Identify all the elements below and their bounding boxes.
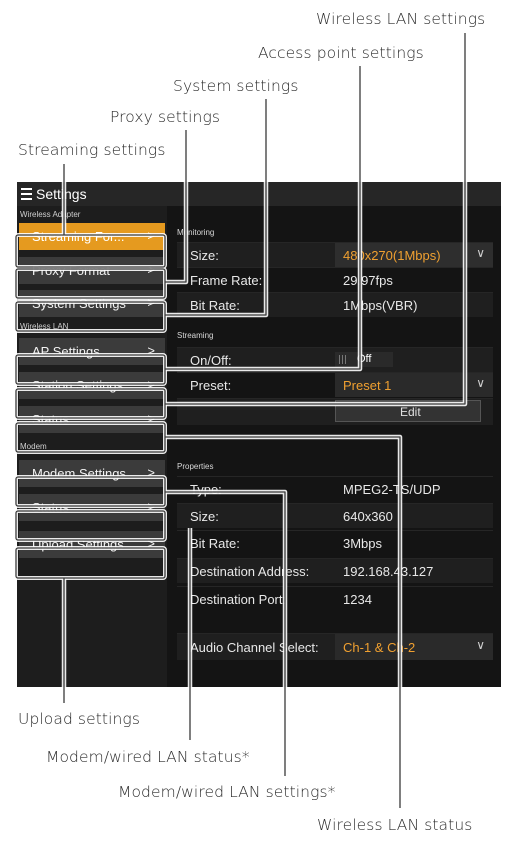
type-value: MPEG2-TS/UDP bbox=[343, 482, 441, 497]
sidebar: Wireless Adapter Streaming For... > Prox… bbox=[17, 206, 167, 687]
size-label: Size: bbox=[190, 509, 219, 524]
streaming-toggle[interactable]: Off bbox=[335, 352, 393, 367]
sidebar-item-upload-settings[interactable]: Upload Settings > bbox=[19, 531, 165, 558]
properties-bit-rate-row: Bit Rate: 3Mbps bbox=[177, 530, 493, 555]
chevron-down-icon: ∨ bbox=[476, 376, 485, 390]
callout-upload-settings: Upload settings bbox=[18, 710, 141, 728]
chevron-right-icon: > bbox=[147, 536, 155, 551]
frame-rate-label: Frame Rate: bbox=[190, 273, 263, 288]
sidebar-item-label: Modem Settings bbox=[32, 466, 126, 481]
edit-button-label: Edit bbox=[400, 405, 421, 419]
callout-streaming-settings: Streaming settings bbox=[18, 141, 166, 159]
section-label-monitoring: Monitoring bbox=[177, 228, 215, 237]
streaming-edit-row: Edit bbox=[177, 398, 493, 425]
section-label-properties: Properties bbox=[177, 462, 214, 471]
chevron-down-icon: ∨ bbox=[476, 638, 485, 652]
sidebar-item-label: Streaming For... bbox=[32, 229, 125, 244]
preset-label: Preset: bbox=[190, 378, 232, 393]
properties-size-row: Size: 640x360 bbox=[177, 503, 493, 528]
sidebar-item-label: Status bbox=[32, 412, 69, 427]
sidebar-item-label: System Settings bbox=[32, 296, 126, 311]
destination-port-label: Destination Port: bbox=[190, 592, 287, 607]
sidebar-item-modem-settings[interactable]: Modem Settings > bbox=[19, 460, 165, 487]
title-bar: Settings bbox=[17, 182, 501, 206]
size-value: 640x360 bbox=[343, 509, 393, 524]
chevron-right-icon: > bbox=[147, 343, 155, 358]
monitoring-bit-rate-row: Bit Rate: 1Mbps(VBR) bbox=[177, 292, 493, 317]
preset-dropdown[interactable]: Preset 1 ∨ bbox=[335, 373, 493, 397]
sidebar-item-ap-settings[interactable]: AP Settings > bbox=[19, 338, 165, 365]
destination-port-value: 1234 bbox=[343, 592, 372, 607]
monitoring-size-value: 480x270(1Mbps) bbox=[343, 248, 441, 263]
callout-modem-wired-lan-status: Modem/wired LAN status* bbox=[46, 748, 250, 766]
sidebar-item-system-settings[interactable]: System Settings > bbox=[19, 290, 165, 317]
group-label-wireless-lan: Wireless LAN bbox=[20, 322, 69, 331]
sidebar-item-streaming-format[interactable]: Streaming For... > bbox=[19, 223, 165, 250]
sidebar-item-station-settings[interactable]: Station Settings > bbox=[19, 372, 165, 399]
monitoring-frame-rate-row: Frame Rate: 29.97fps bbox=[177, 267, 493, 292]
monitoring-size-row: Size: 480x270(1Mbps) ∨ bbox=[177, 242, 493, 267]
settings-screen: Settings Wireless Adapter Streaming For.… bbox=[17, 182, 501, 687]
type-label: Type: bbox=[190, 482, 222, 497]
audio-channel-row: Audio Channel Select: Ch-1 & Ch-2 ∨ bbox=[177, 633, 493, 660]
destination-address-value: 192.168.43.127 bbox=[343, 564, 434, 579]
frame-rate-value: 29.97fps bbox=[343, 273, 393, 288]
section-label-streaming: Streaming bbox=[177, 331, 214, 340]
sidebar-item-modem-status[interactable]: Status > bbox=[19, 494, 165, 521]
preset-value: Preset 1 bbox=[343, 378, 392, 393]
edit-button[interactable]: Edit bbox=[335, 400, 481, 422]
group-label-wireless-adapter: Wireless Adapter bbox=[20, 210, 81, 219]
bit-rate-label: Bit Rate: bbox=[190, 298, 240, 313]
chevron-right-icon: > bbox=[147, 262, 155, 277]
sidebar-item-label: Station Settings bbox=[32, 378, 124, 393]
sidebar-item-label: Proxy Format bbox=[32, 263, 111, 278]
sidebar-item-label: Status bbox=[32, 500, 69, 515]
properties-destination-address-row: Destination Address: 192.168.43.127 bbox=[177, 558, 493, 583]
callout-wireless-lan-settings: Wireless LAN settings bbox=[316, 10, 486, 28]
destination-address-label: Destination Address: bbox=[190, 564, 310, 579]
properties-destination-port-row: Destination Port: 1234 bbox=[177, 586, 493, 611]
callout-modem-wired-lan-settings: Modem/wired LAN settings* bbox=[118, 783, 336, 801]
chevron-right-icon: > bbox=[147, 465, 155, 480]
sidebar-item-label: Upload Settings bbox=[32, 537, 124, 552]
audio-channel-dropdown[interactable]: Ch-1 & Ch-2 ∨ bbox=[335, 634, 493, 660]
sidebar-item-proxy-format[interactable]: Proxy Format > bbox=[19, 257, 165, 284]
callout-system-settings: System settings bbox=[173, 77, 299, 95]
callout-proxy-settings: Proxy settings bbox=[110, 108, 221, 126]
sidebar-item-wireless-status[interactable]: Status > bbox=[19, 406, 165, 433]
audio-channel-value: Ch-1 & Ch-2 bbox=[343, 640, 416, 655]
sidebar-item-label: AP Settings bbox=[32, 344, 100, 359]
onoff-label: On/Off: bbox=[190, 353, 232, 368]
audio-channel-label: Audio Channel Select: bbox=[190, 640, 319, 655]
chevron-right-icon: > bbox=[147, 411, 155, 426]
callout-wireless-lan-status: Wireless LAN status bbox=[317, 816, 473, 834]
chevron-right-icon: > bbox=[147, 228, 155, 243]
chevron-right-icon: > bbox=[147, 377, 155, 392]
chevron-right-icon: > bbox=[147, 295, 155, 310]
toggle-knob-icon bbox=[339, 355, 347, 364]
bit-rate-label: Bit Rate: bbox=[190, 536, 240, 551]
callout-access-point-settings: Access point settings bbox=[258, 44, 424, 62]
properties-type-row: Type: MPEG2-TS/UDP bbox=[177, 476, 493, 501]
page-title: Settings bbox=[36, 186, 87, 202]
size-label: Size: bbox=[190, 248, 219, 263]
hamburger-menu-icon[interactable] bbox=[21, 188, 32, 200]
monitoring-size-dropdown[interactable]: 480x270(1Mbps) ∨ bbox=[335, 243, 493, 267]
bit-rate-value: 1Mbps(VBR) bbox=[343, 298, 418, 313]
bit-rate-value: 3Mbps bbox=[343, 536, 383, 551]
toggle-value: Off bbox=[357, 353, 372, 365]
group-label-modem: Modem bbox=[20, 442, 47, 451]
chevron-right-icon: > bbox=[147, 499, 155, 514]
streaming-preset-row: Preset: Preset 1 ∨ bbox=[177, 372, 493, 397]
chevron-down-icon: ∨ bbox=[476, 246, 485, 260]
streaming-onoff-row: On/Off: Off bbox=[177, 347, 493, 372]
settings-content: Monitoring Size: 480x270(1Mbps) ∨ Frame … bbox=[167, 206, 501, 687]
